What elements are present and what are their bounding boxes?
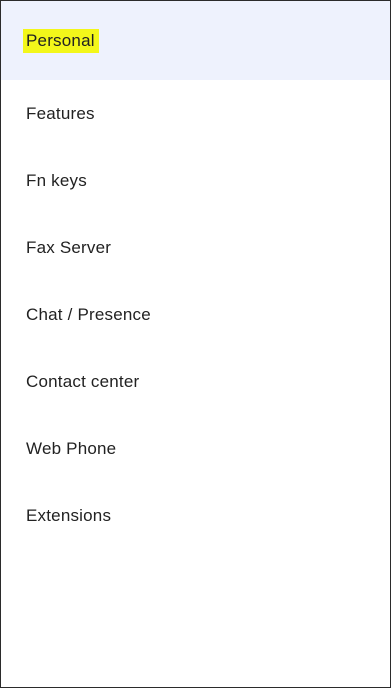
sidebar-item-chat-presence[interactable]: Chat / Presence [1,281,390,348]
sidebar-item-label: Features [26,104,95,123]
sidebar-item-contact-center[interactable]: Contact center [1,348,390,415]
sidebar-item-personal[interactable]: Personal [1,1,390,80]
sidebar-item-fax-server[interactable]: Fax Server [1,214,390,281]
sidebar-item-label: Extensions [26,506,112,525]
sidebar-item-fn-keys[interactable]: Fn keys [1,147,390,214]
sidebar-item-label: Fax Server [26,238,112,257]
sidebar-item-web-phone[interactable]: Web Phone [1,415,390,482]
settings-sidebar: Personal Features Fn keys Fax Server Cha… [0,0,391,688]
sidebar-menu: Personal Features Fn keys Fax Server Cha… [1,1,390,549]
sidebar-item-label: Web Phone [26,439,117,458]
sidebar-item-features[interactable]: Features [1,80,390,147]
sidebar-item-label: Chat / Presence [26,305,151,324]
sidebar-item-label: Personal [23,28,99,53]
sidebar-item-extensions[interactable]: Extensions [1,482,390,549]
sidebar-item-label: Fn keys [26,171,87,190]
sidebar-item-label: Contact center [26,372,140,391]
